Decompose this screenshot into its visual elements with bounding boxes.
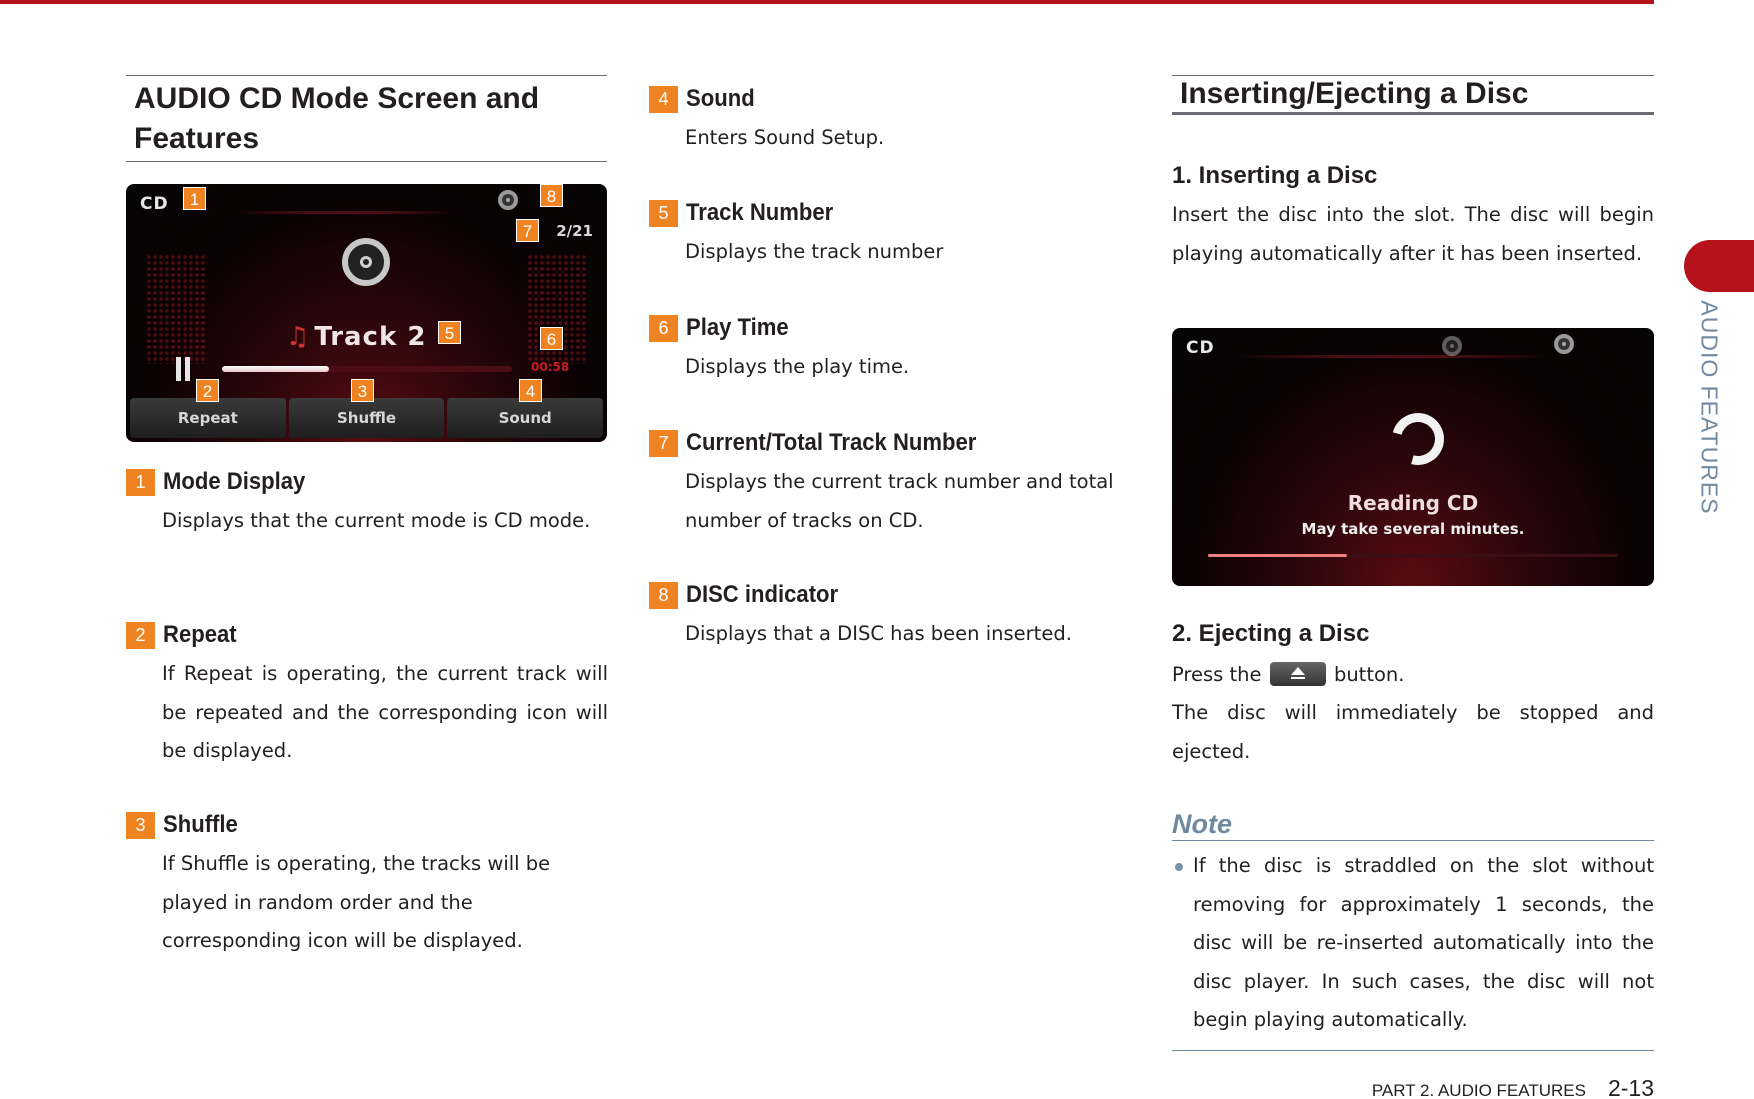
callout-1: 1 <box>183 187 206 210</box>
track-count: 2/21 <box>556 222 593 240</box>
screen-top-line <box>1232 355 1552 358</box>
item-description: Enters Sound Setup. <box>685 126 885 149</box>
reading-status: Reading CD <box>1347 491 1479 515</box>
item-number: 6 <box>649 314 678 342</box>
item-title: DISC indicator <box>686 581 839 608</box>
chapter-tab <box>1684 240 1754 292</box>
item-description: Displays that a DISC has been inserted. <box>685 622 1072 645</box>
disc-indicator-icon <box>1554 334 1574 354</box>
item-title: Repeat <box>163 621 237 648</box>
pause-icon <box>176 357 190 381</box>
inserting-heading: 1. Inserting a Disc <box>1172 162 1378 189</box>
callout-3: 3 <box>351 379 374 402</box>
shuffle-button[interactable]: Shuffle <box>288 398 445 438</box>
callout-2: 2 <box>196 379 219 402</box>
item-number: 5 <box>649 199 678 227</box>
item-number: 1 <box>126 468 155 496</box>
play-time: 00:58 <box>531 360 570 374</box>
item-title: Play Time <box>686 314 789 341</box>
track-name: Track 2 <box>314 322 427 352</box>
feature-item-play-time: 6 Play Time Displays the play time. <box>649 313 1131 387</box>
feature-item-sound: 4 Sound Enters Sound Setup. <box>649 84 1131 158</box>
callout-4: 4 <box>519 379 542 402</box>
item-description: Displays that the current mode is CD mod… <box>162 509 591 532</box>
feature-item-current-total-track: 7 Current/Total Track Number Displays the… <box>649 428 1131 540</box>
item-description: Displays the current track number and to… <box>685 470 1114 532</box>
loading-spinner-icon <box>1382 403 1454 475</box>
note-title: Note <box>1172 808 1654 841</box>
footer-part: PART 2. AUDIO FEATURES <box>1371 1081 1586 1099</box>
note-text: If the disc is straddled on the slot wit… <box>1193 854 1654 1031</box>
reading-progress-fill <box>1208 554 1348 557</box>
chapter-label-text: AUDIO FEATURES <box>1696 299 1723 515</box>
section-title-cd-mode: AUDIO CD Mode Screen and Features <box>126 75 607 162</box>
callout-8: 8 <box>540 184 563 207</box>
feature-item-mode-display: 1 Mode Display Displays that the current … <box>126 467 608 541</box>
page-footer: PART 2. AUDIO FEATURES 2-13 <box>1372 1075 1654 1099</box>
sound-button[interactable]: Sound <box>447 398 604 438</box>
inserting-description: Insert the disc into the slot. The disc … <box>1172 203 1654 265</box>
item-title: Shuffle <box>163 811 238 838</box>
page-number: 2-13 <box>1607 1075 1654 1099</box>
item-description: If Repeat is operating, the current trac… <box>162 662 608 762</box>
press-text: Press the <box>1172 663 1262 686</box>
track-label: ♫ Track 2 <box>286 322 426 352</box>
music-note-icon: ♫ <box>286 322 311 352</box>
repeat-button[interactable]: Repeat <box>130 398 286 438</box>
feature-item-disc-indicator: 8 DISC indicator Displays that a DISC has… <box>649 580 1131 654</box>
ejecting-heading: 2. Ejecting a Disc <box>1172 620 1370 647</box>
item-number: 8 <box>649 581 678 609</box>
item-number: 3 <box>126 811 155 839</box>
item-title: Current/Total Track Number <box>686 429 977 456</box>
reading-cd-screen-image: CD Reading CD May take several minutes. <box>1172 328 1654 586</box>
screen-mode-label: CD <box>1186 338 1215 358</box>
callout-5: 5 <box>438 321 461 344</box>
top-accent-bar <box>0 0 1654 4</box>
equalizer-left-graphic <box>146 254 206 364</box>
item-description: Displays the play time. <box>685 355 910 378</box>
screen-mode-label: CD <box>140 194 169 214</box>
feature-item-repeat: 2 Repeat If Repeat is operating, the curr… <box>126 620 608 771</box>
screen-top-line <box>236 211 456 214</box>
note-box: If the disc is straddled on the slot wit… <box>1172 847 1654 1051</box>
ejecting-description: The disc will immediately be stopped and… <box>1172 701 1654 763</box>
playback-progress-bar <box>222 366 512 372</box>
cd-disc-icon <box>342 238 390 286</box>
disc-indicator-dim-icon <box>1442 336 1462 356</box>
feature-item-track-number: 5 Track Number Displays the track number <box>649 198 1131 272</box>
reading-progress-bar <box>1208 554 1618 557</box>
eject-button-icon <box>1269 661 1326 686</box>
item-description: If Shuffle is operating, the tracks will… <box>162 852 551 952</box>
ejecting-instruction: Press the button. <box>1172 656 1654 695</box>
item-title: Mode Display <box>163 468 306 495</box>
item-title: Track Number <box>686 199 834 226</box>
item-number: 4 <box>649 85 678 113</box>
section-title-inserting-ejecting: Inserting/Ejecting a Disc <box>1172 75 1654 115</box>
item-title: Sound <box>686 85 755 112</box>
bullet-icon <box>1175 863 1183 871</box>
callout-6: 6 <box>540 327 563 350</box>
cd-mode-screen-image: CD 2/21 ♫ Track 2 00:58 Repeat Shuffle So… <box>126 184 607 442</box>
screen-button-bar: Repeat Shuffle Sound <box>130 398 604 438</box>
feature-item-shuffle: 3 Shuffle If Shuffle is operating, the tr… <box>126 810 608 961</box>
reading-substatus: May take several minutes. <box>1301 520 1525 538</box>
button-text: button. <box>1333 663 1405 686</box>
chapter-label: AUDIO FEATURES <box>1694 299 1724 515</box>
item-description: Displays the track number <box>685 240 944 263</box>
disc-indicator-icon <box>498 190 518 210</box>
callout-7: 7 <box>516 219 539 242</box>
item-number: 2 <box>126 621 155 649</box>
item-number: 7 <box>649 429 678 457</box>
playback-progress-fill <box>222 366 330 372</box>
